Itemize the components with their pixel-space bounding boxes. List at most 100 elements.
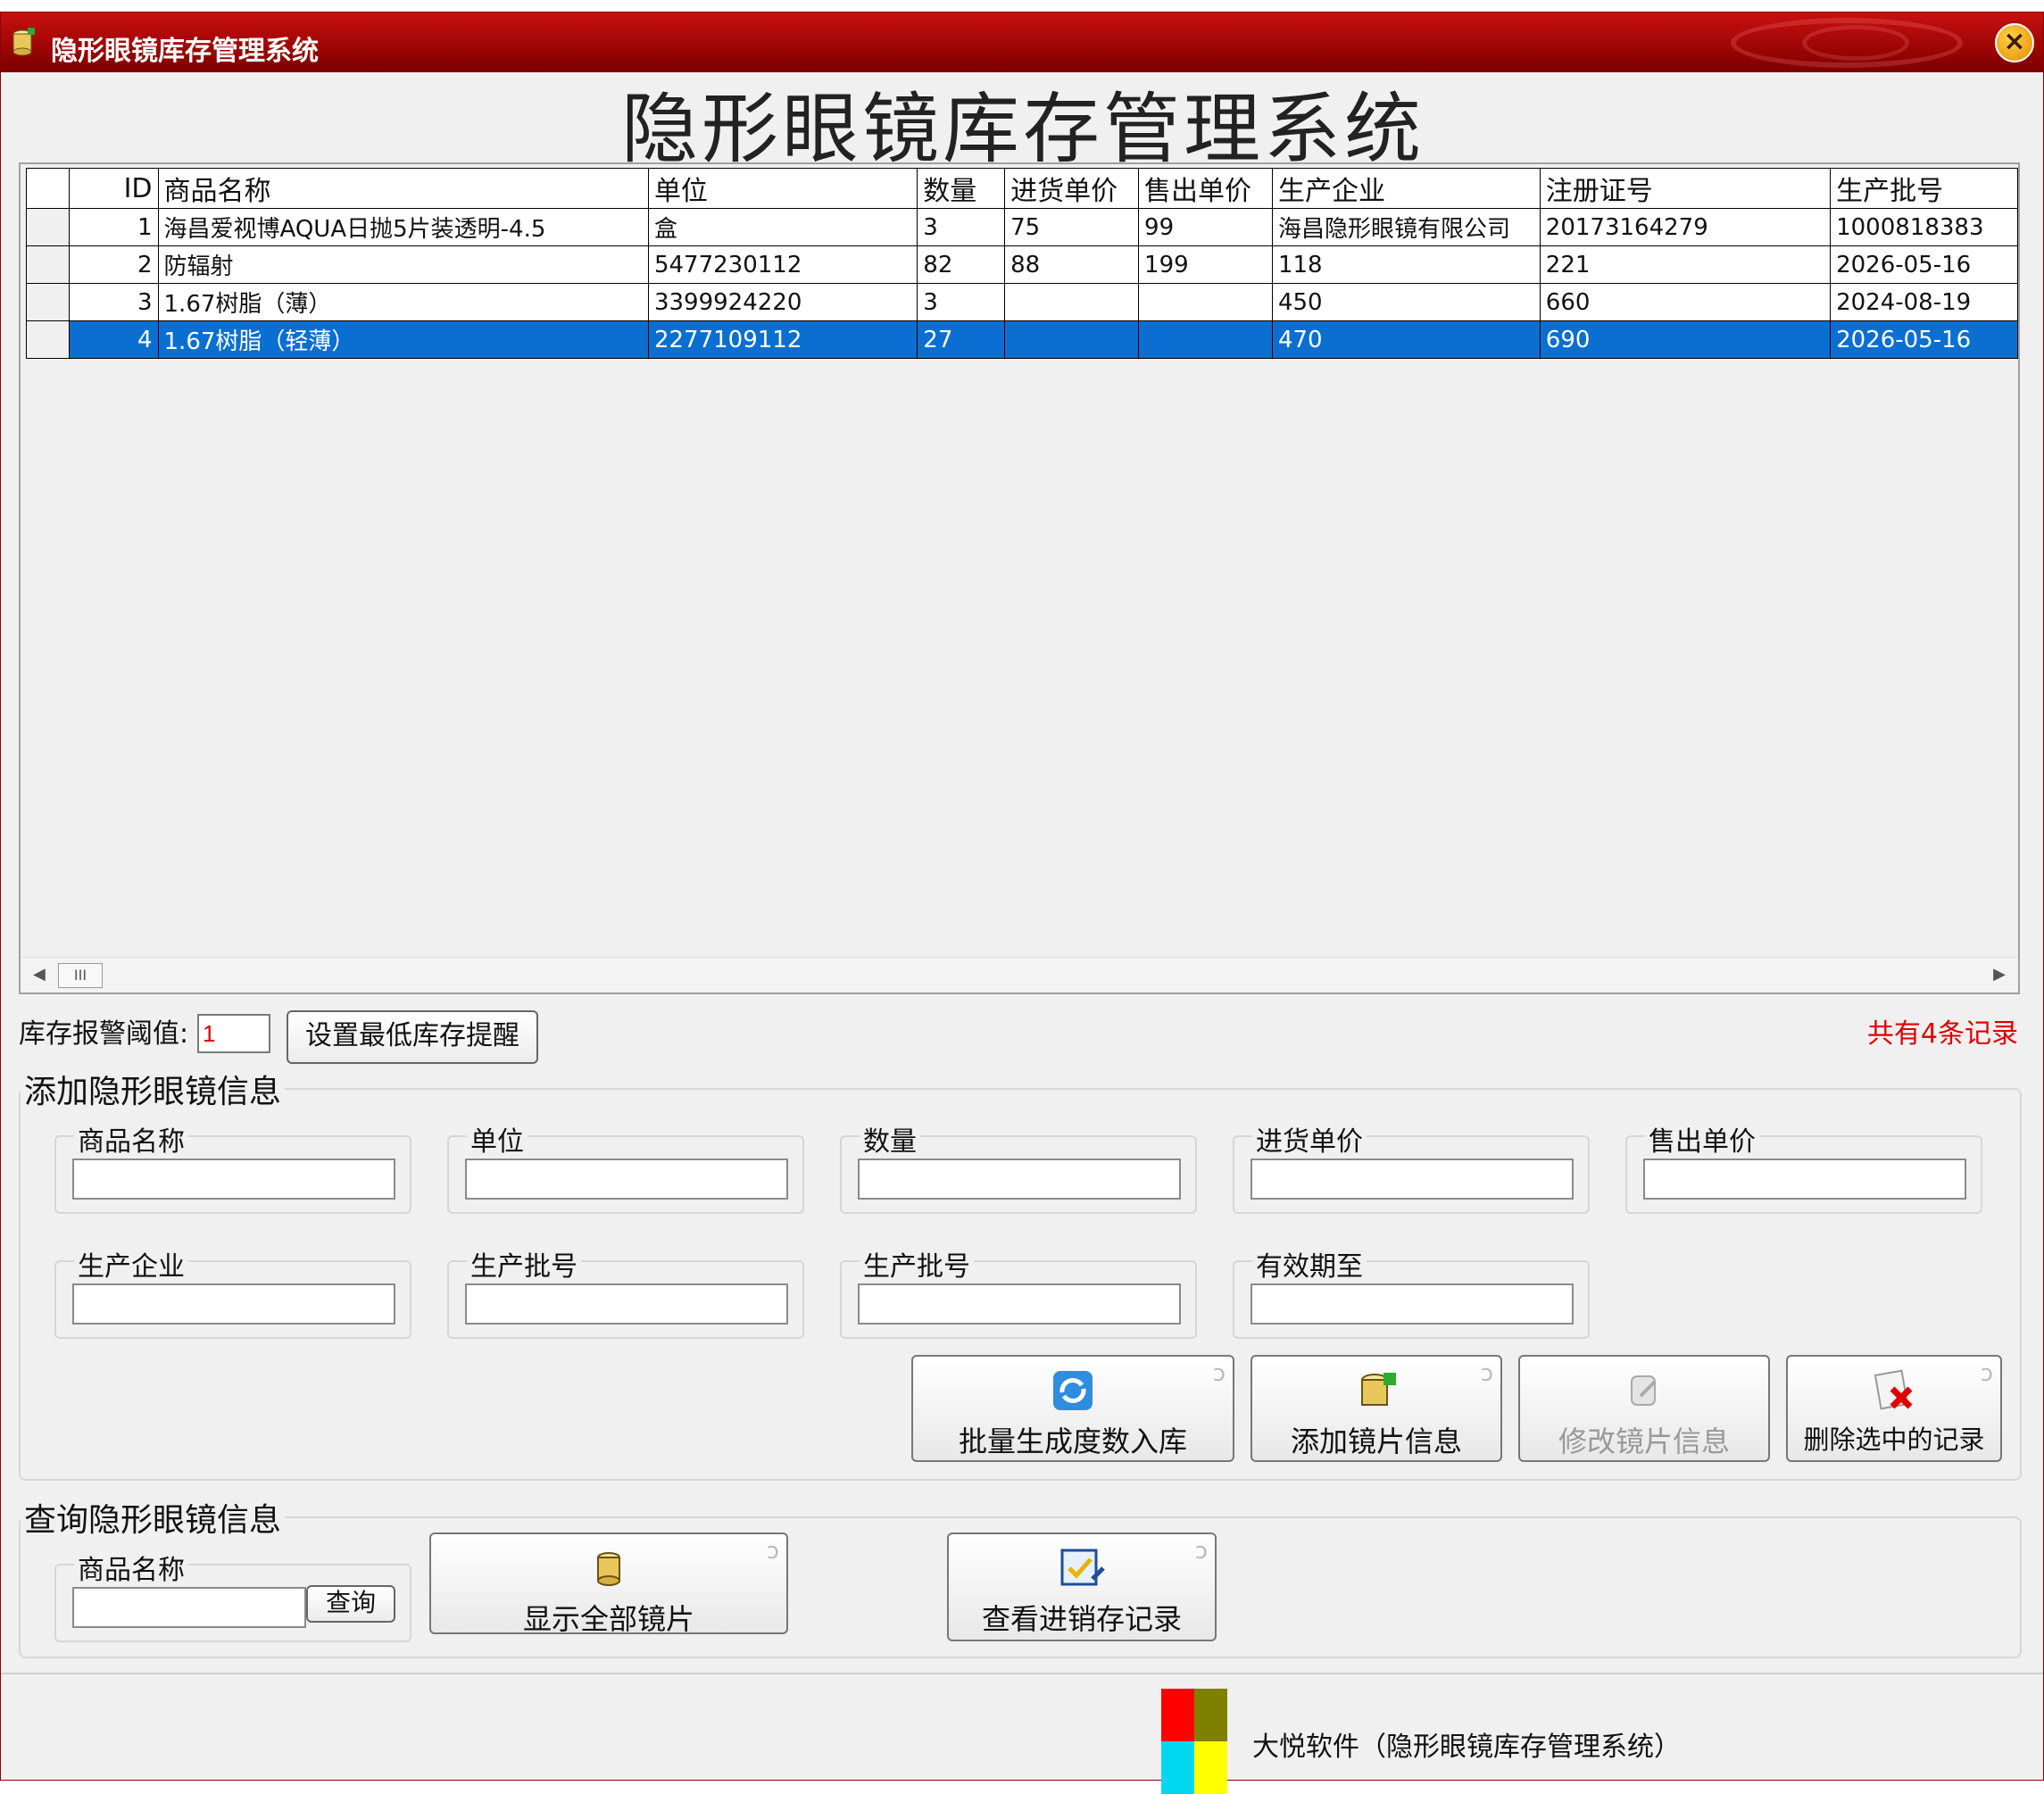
view-records-button[interactable]: ↄ 查看进销存记录 [947,1532,1217,1641]
table-row[interactable]: 1 海昌爱视博AQUA日抛5片装透明-4.5 盒 3 75 99 海昌隐形眼镜有… [26,208,2018,246]
table-cell [1138,283,1273,321]
logo-quadrant [1161,1741,1194,1794]
field-label: 生产企业 [74,1244,188,1283]
show-all-lenses-button[interactable]: ↄ 显示全部镜片 [429,1532,788,1636]
logo-quadrant [1194,1689,1227,1741]
table-cell: 海昌爱视博AQUA日抛5片装透明-4.5 [157,208,649,246]
unit-input[interactable] [465,1159,788,1200]
edit-lens-button[interactable]: 修改镜片信息 [1518,1355,1770,1462]
field-label: 商品名称 [74,1548,188,1587]
alarm-threshold-input[interactable] [197,1014,270,1053]
table-row-selected[interactable]: 4 1.67树脂（轻薄） 2277109112 27 470 690 2026-… [26,320,2018,359]
field-unit: 单位 [447,1119,804,1214]
table-cell: 盒 [647,208,918,246]
checklist-icon [1060,1549,1105,1586]
scroll-thumb[interactable]: III [58,963,103,988]
delete-selected-button[interactable]: ↄ 删除选中的记录 [1786,1355,2002,1462]
field-manufacturer: 生产企业 [54,1244,411,1339]
inventory-table: ID 商品名称 单位 数量 进货单价 售出单价 生产企业 注册证号 生产批号 1… [26,168,2018,359]
button-label: 查看进销存记录 [981,1602,1182,1636]
table-row[interactable]: 3 1.67树脂（薄） 3399924220 3 450 660 2024-08… [26,283,2018,321]
table-cell: 2026-05-16 [1830,245,2018,284]
column-header-reg-no[interactable]: 注册证号 [1539,168,1832,209]
table-cell: 1000818383 [1830,208,2018,246]
row-header[interactable] [26,208,70,246]
quantity-input[interactable] [858,1159,1181,1200]
table-row[interactable]: 2 防辐射 5477230112 82 88 199 118 221 2026-… [26,245,2018,284]
title-bar[interactable]: 隐形眼镜库存管理系统 × [1,12,2043,72]
field-label: 数量 [860,1119,920,1159]
table-cell: 1 [68,208,159,246]
button-label: 显示全部镜片 [522,1602,694,1636]
table-cell: 1.67树脂（轻薄） [157,320,649,359]
table-cell: 27 [917,320,1006,359]
column-header-unit[interactable]: 单位 [647,168,918,209]
table-cell: 660 [1539,283,1832,321]
expiry-input[interactable] [1250,1283,1574,1325]
query-lens-legend: 查询隐形眼镜信息 [24,1502,282,1539]
field-label: 进货单价 [1252,1119,1367,1159]
table-header-row: ID 商品名称 单位 数量 进货单价 售出单价 生产企业 注册证号 生产批号 [26,168,2018,209]
database-icon [597,1552,620,1586]
close-icon[interactable]: × [1995,23,2034,62]
row-header[interactable] [26,245,70,284]
column-header-manufacturer[interactable]: 生产企业 [1271,168,1541,209]
buy-price-input[interactable] [1250,1159,1574,1200]
batch-stock-in-button[interactable]: ↄ 批量生成度数入库 [911,1355,1234,1462]
manufacturer-input[interactable] [72,1283,395,1325]
table-cell: 99 [1138,208,1273,246]
column-header-batch[interactable]: 生产批号 [1830,168,2018,209]
company-logo [1161,1689,1227,1794]
record-count: 共有4条记录 [1866,1018,2018,1050]
curl-decoration: ↄ [1212,1360,1226,1387]
column-header-name[interactable]: 商品名称 [157,168,649,209]
set-min-stock-button[interactable]: 设置最低库存提醒 [287,1010,538,1064]
field-quantity: 数量 [840,1119,1197,1214]
field-expiry: 有效期至 [1233,1244,1590,1339]
table-cell: 防辐射 [157,245,649,284]
button-label: 批量生成度数入库 [958,1424,1187,1458]
query-product-name-input[interactable] [72,1587,306,1628]
table-cell: 470 [1271,320,1541,359]
logo-quadrant [1161,1689,1194,1741]
table-cell [1138,320,1273,359]
database-add-icon [12,28,35,56]
batch-no-input[interactable] [465,1283,788,1325]
scroll-left-arrow-icon[interactable]: ◀ [33,965,46,984]
horizontal-scrollbar[interactable]: ◀ III ▶ [21,957,2018,993]
column-header-buy-price[interactable]: 进货单价 [1004,168,1140,209]
table-cell: 海昌隐形眼镜有限公司 [1271,208,1541,246]
table-cell: 3 [917,208,1006,246]
table-cell: 3399924220 [647,283,918,321]
sell-price-input[interactable] [1643,1159,1966,1200]
table-cell: 2026-05-16 [1830,320,2018,359]
main-window: 隐形眼镜库存管理系统 × 隐形眼镜库存管理系统 ID 商品名称 单位 数量 进货… [0,12,2044,1794]
field-label: 有效期至 [1252,1244,1367,1283]
table-cell: 5477230112 [647,245,918,284]
table-cell: 118 [1271,245,1541,284]
page-title: 隐形眼镜库存管理系统 [621,85,1425,174]
column-header-sell-price[interactable]: 售出单价 [1138,168,1273,209]
row-header-corner [26,168,70,209]
alarm-threshold-label: 库存报警阈值: [19,1018,189,1050]
column-header-qty[interactable]: 数量 [917,168,1006,209]
column-header-id[interactable]: ID [68,168,159,209]
batch-no-2-input[interactable] [858,1283,1181,1325]
inventory-grid[interactable]: ID 商品名称 单位 数量 进货单价 售出单价 生产企业 注册证号 生产批号 1… [19,162,2020,994]
table-cell: 221 [1539,245,1832,284]
curl-decoration: ↄ [1480,1360,1493,1387]
table-cell: 2 [68,245,159,284]
table-cell: 450 [1271,283,1541,321]
table-cell: 75 [1004,208,1140,246]
row-header[interactable] [26,320,70,359]
query-button[interactable]: 查询 [306,1585,395,1623]
table-cell: 2277109112 [647,320,918,359]
product-name-input[interactable] [72,1159,395,1200]
row-header[interactable] [26,283,70,321]
add-lens-button[interactable]: ↄ 添加镜片信息 [1250,1355,1502,1462]
table-cell: 82 [917,245,1006,284]
button-label: 删除选中的记录 [1803,1424,1985,1455]
table-cell: 88 [1004,245,1140,284]
scroll-right-arrow-icon[interactable]: ▶ [1993,965,2006,984]
table-cell: 20173164279 [1539,208,1832,246]
